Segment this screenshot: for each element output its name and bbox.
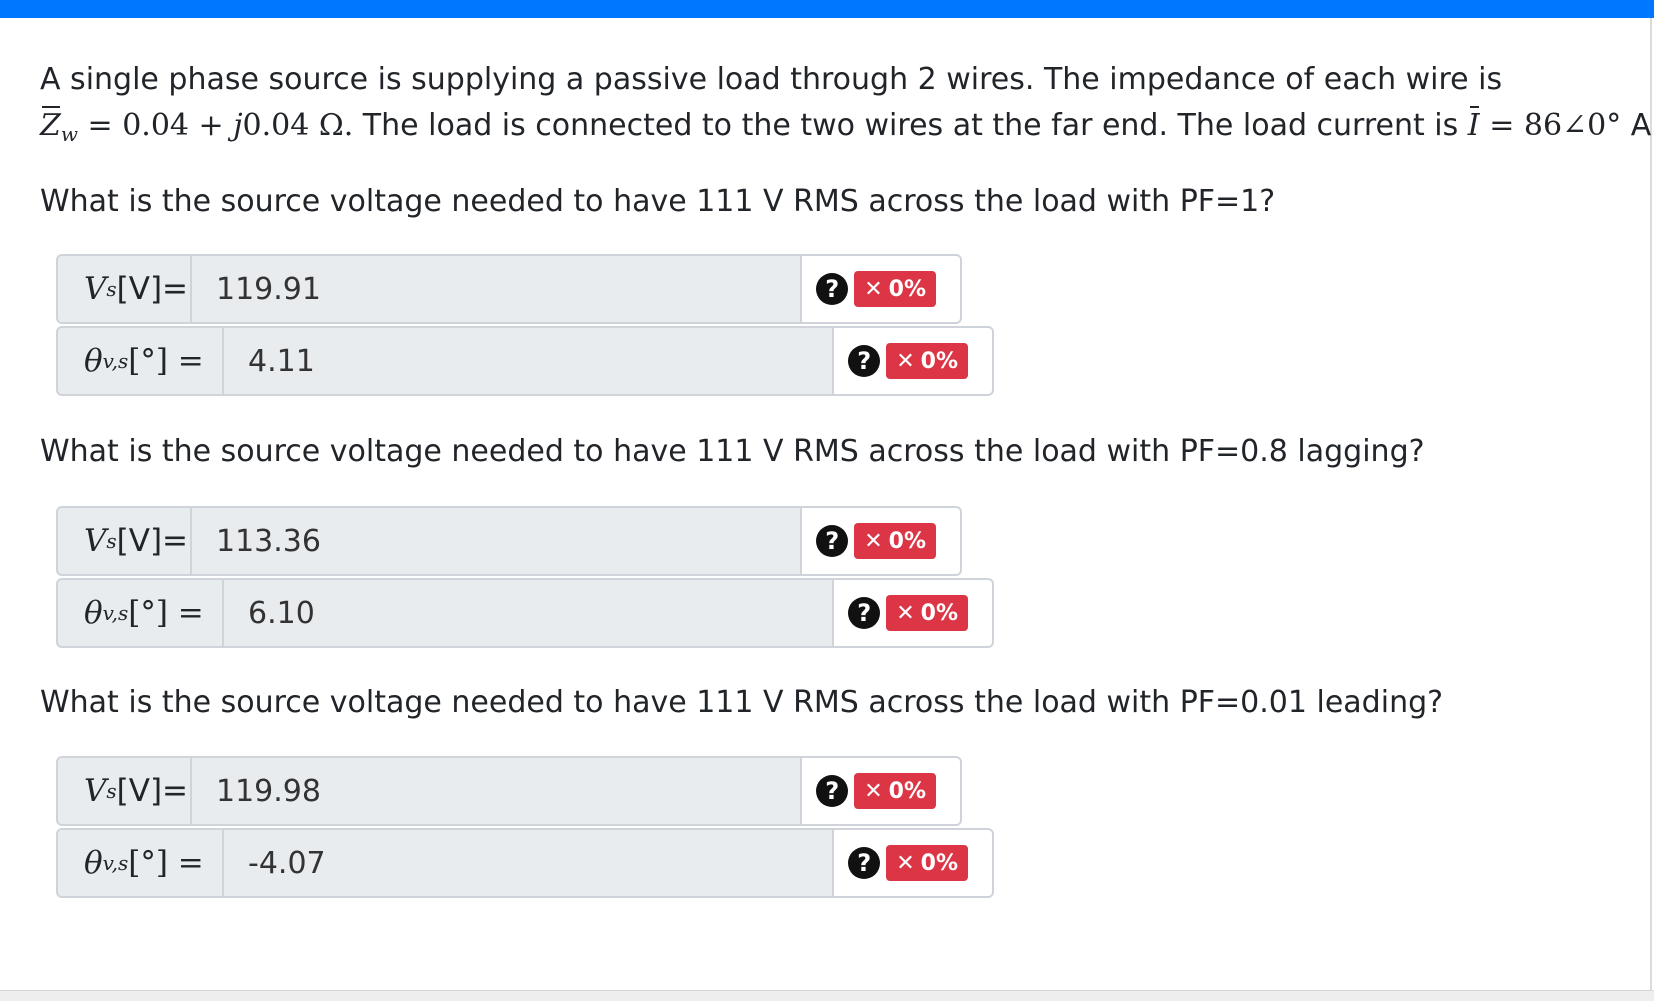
right-border	[1650, 18, 1652, 993]
zw-value: 0.04 Ω.	[242, 108, 354, 143]
q1-angle-label: θ v,s [°] =	[56, 326, 224, 396]
bottom-border	[0, 990, 1654, 1001]
q3-angle-label: θ v,s [°] =	[56, 828, 224, 898]
score-badge: ✕ 0%	[886, 845, 968, 881]
help-icon[interactable]: ?	[816, 273, 849, 305]
score-badge: ✕ 0%	[854, 523, 936, 559]
help-icon[interactable]: ?	[848, 597, 881, 629]
zw-symbol: Z	[40, 102, 61, 150]
current-unit: A.	[1630, 108, 1654, 143]
help-icon[interactable]: ?	[848, 345, 881, 377]
q2-angle-input[interactable]	[224, 578, 834, 648]
x-icon: ✕	[896, 348, 915, 374]
q2-angle-group: θv,s [°] = ? ✕0%	[56, 578, 994, 648]
question-2-text: What is the source voltage needed to hav…	[40, 434, 1425, 469]
q1-angle-status: ? ✕ 0%	[834, 326, 994, 396]
x-icon: ✕	[864, 528, 883, 554]
help-icon[interactable]: ?	[816, 525, 849, 557]
score-badge: ✕ 0%	[854, 271, 936, 307]
q3-angle-status: ? ✕ 0%	[834, 828, 994, 898]
score-badge: ✕ 0%	[854, 773, 936, 809]
score-badge: ✕ 0%	[886, 343, 968, 379]
q3-angle-group: θv,s [°] = ? ✕0%	[56, 828, 994, 898]
q3-voltage-label: Vs [V]=	[56, 756, 192, 826]
q1-voltage-label: Vs [V]=	[56, 254, 192, 324]
current-value: = 86∠0°	[1479, 108, 1622, 143]
q2-voltage-status: ? ✕ 0%	[802, 506, 962, 576]
q1-angle-input[interactable]	[224, 326, 834, 396]
current-symbol: I	[1468, 102, 1480, 150]
q2-angle-label: θ v,s [°] =	[56, 578, 224, 648]
x-icon: ✕	[864, 276, 883, 302]
q1-voltage-input[interactable]	[192, 254, 802, 324]
q2-voltage-group: Vs[V]= ? ✕0%	[56, 506, 962, 576]
problem-line-2-text: The load is connected to the two wires a…	[353, 108, 1468, 143]
zw-j: j	[233, 108, 243, 143]
help-icon[interactable]: ?	[816, 775, 849, 807]
zw-equals: = 0.04 +	[77, 108, 234, 143]
help-icon[interactable]: ?	[848, 847, 881, 879]
q2-angle-status: ? ✕ 0%	[834, 578, 994, 648]
problem-line-2: Zw = 0.04 + j0.04 Ω. The load is connect…	[40, 102, 1654, 158]
x-icon: ✕	[896, 600, 915, 626]
x-icon: ✕	[864, 778, 883, 804]
question-1-text: What is the source voltage needed to hav…	[40, 184, 1276, 219]
q1-voltage-group: Vs[V]= ? ✕0%	[56, 254, 962, 324]
question-3-text: What is the source voltage needed to hav…	[40, 685, 1444, 720]
zw-subscript: w	[60, 122, 78, 146]
q1-angle-group: θv,s [°] = ? ✕0%	[56, 326, 994, 396]
x-icon: ✕	[896, 850, 915, 876]
q3-voltage-input[interactable]	[192, 756, 802, 826]
q2-voltage-label: Vs [V]=	[56, 506, 192, 576]
problem-line-1: A single phase source is supplying a pas…	[40, 62, 1503, 97]
q2-voltage-input[interactable]	[192, 506, 802, 576]
q3-voltage-group: Vs[V]= ? ✕0%	[56, 756, 962, 826]
top-accent-bar	[0, 0, 1654, 18]
score-badge: ✕ 0%	[886, 595, 968, 631]
q3-angle-input[interactable]	[224, 828, 834, 898]
q1-voltage-status: ? ✕ 0%	[802, 254, 962, 324]
q3-voltage-status: ? ✕ 0%	[802, 756, 962, 826]
